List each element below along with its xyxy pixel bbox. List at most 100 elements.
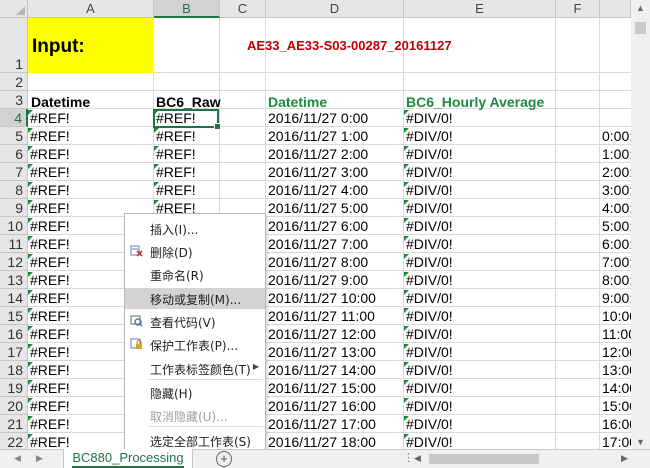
cell-hourly-datetime[interactable]: 2016/11/27 17:00 bbox=[266, 416, 403, 433]
cell-hourly-average[interactable]: #DIV/0! bbox=[404, 164, 556, 181]
row-header-1[interactable]: 1 bbox=[0, 18, 28, 73]
cell-hourly-datetime[interactable]: 2016/11/27 4:00 bbox=[266, 182, 403, 199]
scroll-up-icon[interactable]: ▲ bbox=[636, 3, 645, 13]
row-header-20[interactable]: 20 bbox=[0, 397, 28, 415]
cell-hourly-average[interactable]: #DIV/0! bbox=[404, 110, 556, 127]
cell-time-g[interactable] bbox=[600, 110, 633, 127]
column-header-c[interactable]: C bbox=[220, 0, 266, 18]
cell-hourly-datetime[interactable]: 2016/11/27 16:00 bbox=[266, 398, 403, 415]
horizontal-scroll-thumb[interactable] bbox=[429, 454, 539, 464]
column-header-b[interactable]: B bbox=[154, 0, 220, 18]
cell-hourly-average[interactable]: #DIV/0! bbox=[404, 272, 556, 289]
column-header-g[interactable] bbox=[600, 0, 631, 18]
sheet-tab-bc880-processing[interactable]: BC880_Processing bbox=[63, 449, 193, 468]
context-menu-item[interactable]: 查看代码(V) bbox=[125, 311, 265, 332]
cell-hourly-datetime[interactable]: 2016/11/27 14:00 bbox=[266, 362, 403, 379]
row-header-6[interactable]: 6 bbox=[0, 145, 28, 163]
cell-hourly-average[interactable]: #DIV/0! bbox=[404, 398, 556, 415]
cell-time-g[interactable]: 4:00: bbox=[600, 200, 633, 217]
cell-bc6-raw[interactable]: #REF! bbox=[154, 146, 219, 163]
cell-time-g[interactable]: 6:00: bbox=[600, 236, 633, 253]
cell-hourly-average[interactable]: #DIV/0! bbox=[404, 290, 556, 307]
context-menu-item[interactable]: 选定全部工作表(S) bbox=[125, 430, 265, 451]
cell-hourly-average[interactable]: #DIV/0! bbox=[404, 254, 556, 271]
row-header-12[interactable]: 12 bbox=[0, 253, 28, 271]
cell-time-g[interactable]: 13:00 bbox=[600, 362, 633, 379]
cell-time-g[interactable]: 0:00: bbox=[600, 128, 633, 145]
cell-hourly-datetime[interactable]: 2016/11/27 8:00 bbox=[266, 254, 403, 271]
cell-hourly-average[interactable]: #DIV/0! bbox=[404, 362, 556, 379]
context-menu-item[interactable]: 插入(I)... bbox=[125, 218, 265, 239]
context-menu-item[interactable]: 删除(D) bbox=[125, 241, 265, 262]
row-header-2[interactable]: 2 bbox=[0, 73, 28, 91]
cell-hourly-average[interactable]: #DIV/0! bbox=[404, 344, 556, 361]
row-header-3[interactable]: 3 bbox=[0, 91, 28, 109]
cell-time-g[interactable]: 1:00: bbox=[600, 146, 633, 163]
cell-datetime-raw[interactable]: #REF! bbox=[28, 164, 153, 181]
cell-bc6-raw[interactable]: #REF! bbox=[154, 182, 219, 199]
cell-hourly-average[interactable]: #DIV/0! bbox=[404, 326, 556, 343]
cell-hourly-datetime[interactable]: 2016/11/27 10:00 bbox=[266, 290, 403, 307]
cell-time-g[interactable]: 5:00: bbox=[600, 218, 633, 235]
row-header-8[interactable]: 8 bbox=[0, 181, 28, 199]
cell-hourly-average[interactable]: #DIV/0! bbox=[404, 200, 556, 217]
row-header-4[interactable]: 4 bbox=[0, 109, 28, 127]
row-header-17[interactable]: 17 bbox=[0, 343, 28, 361]
cell-bc6-raw[interactable]: #REF! bbox=[154, 128, 219, 145]
cell-time-g[interactable]: 14:00 bbox=[600, 380, 633, 397]
cell-hourly-average[interactable]: #DIV/0! bbox=[404, 128, 556, 145]
column-header-d[interactable]: D bbox=[266, 0, 404, 18]
row-header-5[interactable]: 5 bbox=[0, 127, 28, 145]
row-header-7[interactable]: 7 bbox=[0, 163, 28, 181]
cell-time-g[interactable]: 7:00: bbox=[600, 254, 633, 271]
cell-hourly-datetime[interactable]: 2016/11/27 2:00 bbox=[266, 146, 403, 163]
cell-time-g[interactable]: 11:00 bbox=[600, 326, 633, 343]
row-header-15[interactable]: 15 bbox=[0, 307, 28, 325]
context-menu-item[interactable]: 隐藏(H) bbox=[125, 382, 265, 403]
active-cell-selection[interactable] bbox=[153, 109, 221, 130]
context-menu-item[interactable]: 重命名(R) bbox=[125, 264, 265, 285]
cell-bc6-raw[interactable]: #REF! bbox=[154, 164, 219, 181]
cell-hourly-datetime[interactable]: 2016/11/27 7:00 bbox=[266, 236, 403, 253]
column-header-e[interactable]: E bbox=[404, 0, 556, 18]
cell-hourly-average[interactable]: #DIV/0! bbox=[404, 308, 556, 325]
cell-hourly-datetime[interactable]: 2016/11/27 15:00 bbox=[266, 380, 403, 397]
cell-time-g[interactable]: 3:00: bbox=[600, 182, 633, 199]
cell-datetime-raw[interactable]: #REF! bbox=[28, 128, 153, 145]
cell-time-g[interactable]: 10:00 bbox=[600, 308, 633, 325]
add-sheet-icon[interactable]: + bbox=[216, 451, 232, 467]
row-header-9[interactable]: 9 bbox=[0, 199, 28, 217]
vertical-scroll-thumb[interactable] bbox=[635, 22, 646, 34]
previous-sheet-icon[interactable]: ◀ bbox=[14, 453, 21, 464]
scroll-right-icon[interactable]: ▶ bbox=[621, 453, 628, 464]
next-sheet-icon[interactable]: ▶ bbox=[36, 453, 43, 464]
vertical-scrollbar[interactable]: ▲ ▼ bbox=[631, 0, 650, 450]
cell-hourly-average[interactable]: #DIV/0! bbox=[404, 236, 556, 253]
row-header-18[interactable]: 18 bbox=[0, 361, 28, 379]
cell-time-g[interactable]: 2:00: bbox=[600, 164, 633, 181]
column-header-a[interactable]: A bbox=[28, 0, 154, 18]
cell-hourly-datetime[interactable]: 2016/11/27 3:00 bbox=[266, 164, 403, 181]
cell-hourly-average[interactable]: #DIV/0! bbox=[404, 182, 556, 199]
context-menu-item[interactable]: 工作表标签颜色(T) ▶ bbox=[125, 358, 265, 379]
cell-hourly-datetime[interactable]: 2016/11/27 6:00 bbox=[266, 218, 403, 235]
cell-hourly-average[interactable]: #DIV/0! bbox=[404, 416, 556, 433]
cell-hourly-average[interactable]: #DIV/0! bbox=[404, 218, 556, 235]
cell-hourly-datetime[interactable]: 2016/11/27 1:00 bbox=[266, 128, 403, 145]
cell-hourly-datetime[interactable]: 2016/11/27 9:00 bbox=[266, 272, 403, 289]
row-header-11[interactable]: 11 bbox=[0, 235, 28, 253]
row-header-10[interactable]: 10 bbox=[0, 217, 28, 235]
cell-hourly-datetime[interactable]: 2016/11/27 13:00 bbox=[266, 344, 403, 361]
column-header-f[interactable]: F bbox=[556, 0, 600, 18]
row-header-16[interactable]: 16 bbox=[0, 325, 28, 343]
cell-time-g[interactable]: 16:00 bbox=[600, 416, 633, 433]
cell-hourly-average[interactable]: #DIV/0! bbox=[404, 146, 556, 163]
cell-datetime-raw[interactable]: #REF! bbox=[28, 110, 153, 127]
tab-split-handle[interactable]: ⋮ bbox=[403, 451, 414, 464]
cell-time-g[interactable]: 15:00 bbox=[600, 398, 633, 415]
context-menu-item[interactable]: 保护工作表(P)... bbox=[125, 334, 265, 355]
cell-time-g[interactable]: 12:00 bbox=[600, 344, 633, 361]
cell-datetime-raw[interactable]: #REF! bbox=[28, 182, 153, 199]
cell-time-g[interactable]: 8:00: bbox=[600, 272, 633, 289]
row-header-21[interactable]: 21 bbox=[0, 415, 28, 433]
